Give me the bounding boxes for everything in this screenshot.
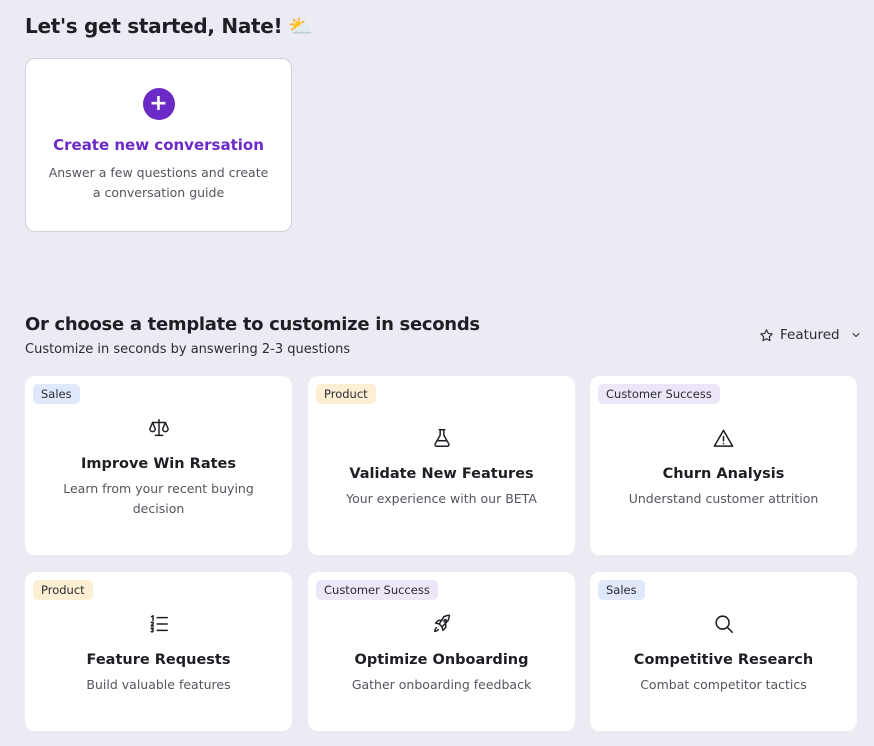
templates-section-title: Or choose a template to customize in sec… — [25, 314, 480, 335]
scale-icon — [146, 415, 172, 441]
rocket-icon — [429, 611, 455, 637]
sort-dropdown[interactable]: Featured — [759, 327, 862, 343]
template-tag: Product — [316, 384, 376, 404]
chevron-down-icon — [852, 333, 860, 337]
template-description: Understand customer attrition — [628, 491, 819, 506]
create-conversation-title: Create new conversation — [53, 136, 264, 154]
list-icon — [146, 611, 172, 637]
template-description: Your experience with our BETA — [346, 491, 537, 506]
template-card-competitive-research[interactable]: Sales Competitive Research Combat compet… — [590, 572, 857, 731]
template-description: Gather onboarding feedback — [351, 677, 532, 692]
sort-dropdown-label: Featured — [780, 327, 840, 343]
template-description: Learn from your recent buying decision — [63, 481, 254, 516]
plus-icon: + — [142, 88, 175, 120]
star-icon — [760, 328, 773, 341]
template-card-churn-analysis[interactable]: Customer Success Churn Analysis Understa… — [590, 376, 857, 555]
flask-icon — [429, 425, 455, 451]
template-tag: Customer Success — [598, 384, 720, 404]
template-title: Validate New Features — [349, 466, 534, 482]
template-title: Competitive Research — [633, 652, 814, 668]
template-tag: Product — [33, 580, 93, 600]
warning-icon — [711, 425, 737, 451]
template-description: Build valuable features — [86, 677, 231, 692]
template-title: Feature Requests — [86, 652, 231, 668]
template-title: Optimize Onboarding — [354, 652, 529, 668]
sun-cloud-icon: ⛅ — [288, 14, 313, 38]
template-title: Churn Analysis — [662, 466, 785, 482]
template-card-optimize-onboarding[interactable]: Customer Success Optimize Onboarding Gat… — [308, 572, 575, 731]
greeting-heading: Let's get started, Nate! ⛅ — [25, 14, 313, 38]
search-icon — [711, 611, 737, 637]
template-card-feature-requests[interactable]: Product Feature Requests Build valuable … — [25, 572, 292, 731]
template-tag: Sales — [33, 384, 80, 404]
page: Let's get started, Nate! ⛅ + Create new … — [0, 0, 874, 746]
template-card-validate-new-features[interactable]: Product Validate New Features Your exper… — [308, 376, 575, 555]
create-conversation-description: Answer a few questions and create a conv… — [48, 165, 269, 200]
template-tag: Customer Success — [316, 580, 438, 600]
template-title: Improve Win Rates — [80, 456, 236, 472]
template-tag: Sales — [598, 580, 645, 600]
greeting-text: Let's get started, Nate! — [25, 14, 283, 38]
create-conversation-card[interactable]: + Create new conversation Answer a few q… — [25, 58, 292, 232]
template-card-improve-win-rates[interactable]: Sales Improve Win Rates Learn from your … — [25, 376, 292, 555]
template-description: Combat competitor tactics — [640, 677, 807, 692]
templates-section-subtitle: Customize in seconds by answering 2-3 qu… — [25, 342, 351, 357]
